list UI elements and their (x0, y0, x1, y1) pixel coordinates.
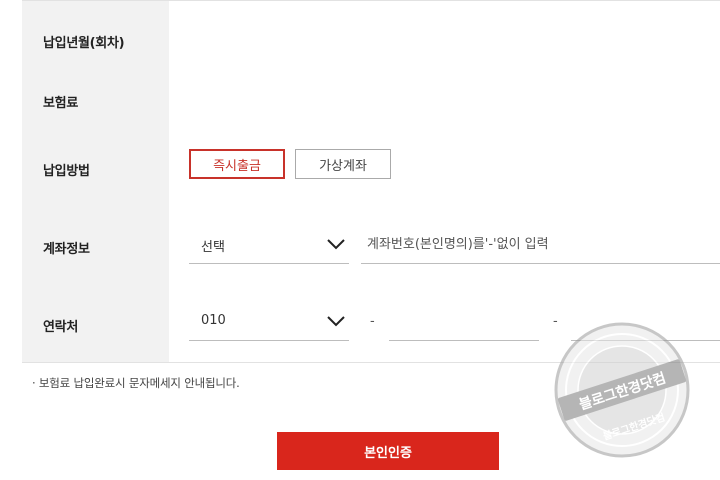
premium-label: 보험료 (43, 96, 78, 111)
sms-notice: · 보험료 납입완료시 문자메세지 안내됩니다. (32, 376, 240, 390)
identity-verification-label: 본인인증 (364, 445, 412, 461)
payment-month-label: 납입년월(회차) (43, 36, 125, 51)
account-info-label: 계좌정보 (43, 242, 90, 257)
bank-select[interactable]: 선택 (189, 232, 349, 264)
contact-label: 연락처 (43, 320, 78, 335)
watermark-main-text: 블로그한경닷컴 (577, 369, 668, 413)
instant-withdrawal-label: 즉시출금 (213, 158, 261, 174)
phone-middle-input[interactable] (389, 309, 539, 341)
payment-method-label: 납입방법 (43, 164, 90, 179)
chevron-down-icon (327, 316, 345, 327)
watermark-sub-text: 블로그한경닷컴 (601, 410, 666, 442)
phone-last-input[interactable] (571, 309, 720, 341)
phone-separator-1: - (370, 314, 375, 329)
chevron-down-icon (327, 239, 345, 250)
phone-prefix-select[interactable]: 010 (189, 309, 349, 341)
label-column (22, 1, 169, 362)
virtual-account-button[interactable]: 가상계좌 (295, 149, 391, 179)
phone-prefix-value: 010 (201, 313, 226, 328)
instant-withdrawal-button[interactable]: 즉시출금 (189, 149, 285, 179)
account-number-input[interactable] (361, 232, 720, 264)
virtual-account-label: 가상계좌 (319, 158, 367, 174)
bank-select-value: 선택 (201, 240, 225, 255)
identity-verification-button[interactable]: 본인인증 (277, 432, 499, 470)
phone-separator-2: - (553, 314, 558, 329)
